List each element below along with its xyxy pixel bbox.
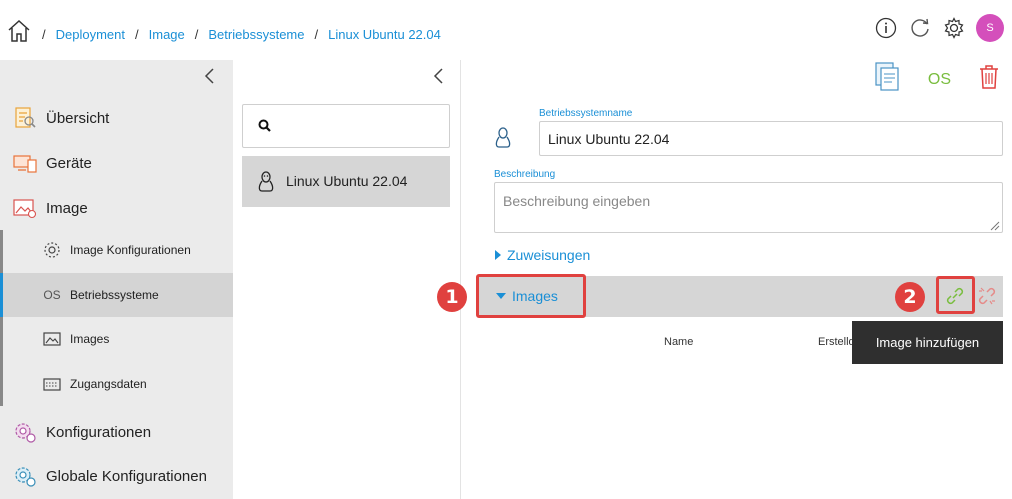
description-field-label: Beschreibung [494, 169, 556, 180]
sidebar-item-label: Geräte [46, 154, 92, 172]
avatar[interactable]: S [976, 14, 1004, 42]
sidebar-item-label: Übersicht [46, 109, 110, 127]
breadcrumb-separator: / [135, 27, 139, 42]
sidebar-subitem-label: Betriebssysteme [70, 288, 159, 302]
breadcrumb-separator: / [194, 27, 199, 42]
sidebar-item-devices[interactable]: Geräte [0, 141, 233, 185]
search-input[interactable] [242, 104, 450, 148]
os-list-panel: Linux Ubuntu 22.04 [233, 60, 461, 499]
breadcrumb: / Deployment / Image / Betriebssysteme /… [42, 27, 441, 42]
sidebar-item-overview[interactable]: Übersicht [0, 96, 233, 140]
annotation-badge-1: 1 [437, 282, 467, 312]
collapse-list-icon[interactable] [429, 66, 449, 86]
breadcrumb-current[interactable]: Linux Ubuntu 22.04 [328, 27, 441, 42]
os-button[interactable]: OS [928, 71, 951, 89]
list-item[interactable]: Linux Ubuntu 22.04 [242, 156, 450, 207]
tooltip: Image hinzufügen [852, 321, 1003, 364]
chevron-right-icon [495, 250, 501, 260]
search-icon [257, 118, 273, 134]
breadcrumb-operating-systems[interactable]: Betriebssysteme [208, 27, 304, 42]
collapse-sidebar-icon[interactable] [200, 66, 220, 86]
sidebar-subitem-operating-systems[interactable]: OS Betriebssysteme [0, 273, 233, 317]
highlight-box-link [936, 276, 975, 314]
os-icon: OS [43, 288, 61, 302]
unlink-image-icon[interactable] [976, 285, 998, 307]
sidebar-item-label: Image [46, 199, 88, 217]
image-config-icon [42, 240, 62, 260]
linux-icon [256, 171, 276, 193]
sidebar-subitem-credentials[interactable]: Zugangsdaten [0, 362, 233, 406]
gear-icon[interactable] [942, 16, 966, 40]
devices-icon [13, 151, 37, 175]
sidebar-item-configurations[interactable]: Konfigurationen [0, 410, 233, 454]
sidebar-subitem-images[interactable]: Images [0, 317, 233, 361]
linux-icon [493, 127, 513, 149]
configurations-icon [13, 420, 37, 444]
sidebar-subitem-label: Images [70, 332, 110, 346]
info-icon[interactable] [874, 16, 898, 40]
list-item-label: Linux Ubuntu 22.04 [286, 173, 408, 189]
sidebar: Übersicht Geräte Image Image Konfigurati… [0, 60, 233, 499]
document-icon[interactable] [875, 62, 901, 97]
os-name-field[interactable]: Linux Ubuntu 22.04 [539, 121, 1003, 156]
description-field[interactable]: Beschreibung eingeben [494, 182, 1003, 233]
annotation-badge-2: 2 [895, 282, 925, 312]
breadcrumb-separator: / [314, 27, 319, 42]
trash-icon[interactable] [978, 64, 1000, 95]
breadcrumb-image[interactable]: Image [149, 27, 185, 42]
column-header-name[interactable]: Name [664, 336, 693, 348]
resize-handle-icon[interactable] [988, 218, 1000, 231]
detail-toolbar: OS [875, 62, 1000, 97]
sidebar-subitem-image-configurations[interactable]: Image Konfigurationen [0, 228, 233, 272]
home-icon[interactable] [7, 19, 31, 43]
highlight-box-images [476, 274, 586, 318]
sidebar-item-image[interactable]: Image [0, 186, 233, 230]
overview-icon [13, 106, 37, 130]
refresh-icon[interactable] [908, 16, 932, 40]
sidebar-subitem-label: Image Konfigurationen [70, 243, 191, 257]
top-bar: / Deployment / Image / Betriebssysteme /… [0, 0, 1012, 60]
name-field-label: Betriebssystemname [539, 108, 633, 119]
sidebar-item-label: Globale Konfigurationen [46, 467, 207, 485]
breadcrumb-separator: / [42, 27, 46, 42]
assignments-label: Zuweisungen [507, 247, 591, 263]
image-icon [13, 196, 37, 220]
description-placeholder: Beschreibung eingeben [503, 193, 651, 209]
sidebar-item-global-configurations[interactable]: Globale Konfigurationen [0, 454, 233, 498]
global-configurations-icon [13, 464, 37, 488]
images-icon [42, 329, 62, 349]
breadcrumb-deployment[interactable]: Deployment [56, 27, 125, 42]
sidebar-subitem-label: Zugangsdaten [70, 377, 147, 391]
sidebar-item-label: Konfigurationen [46, 423, 152, 441]
header-actions: S [874, 14, 1004, 42]
credentials-icon [42, 374, 62, 394]
assignments-toggle[interactable]: Zuweisungen [495, 247, 590, 263]
